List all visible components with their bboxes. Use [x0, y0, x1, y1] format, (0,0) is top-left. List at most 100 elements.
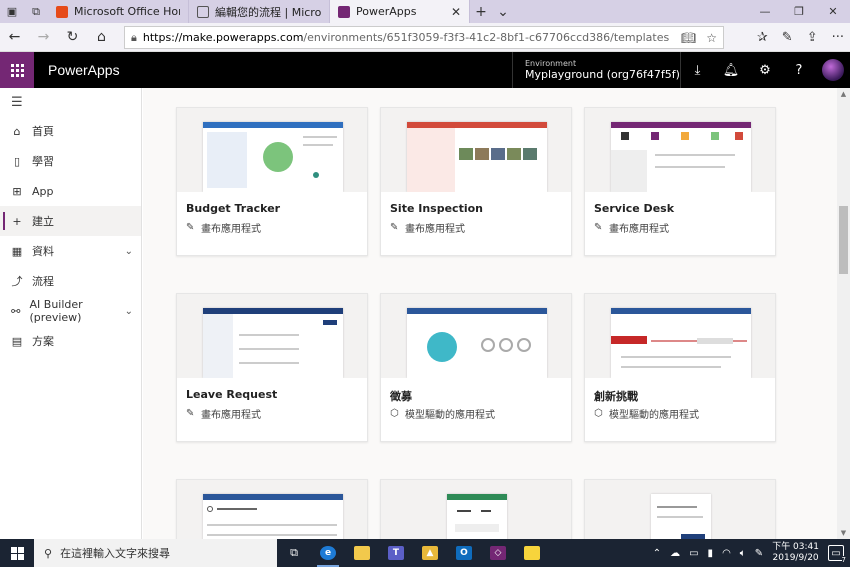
url-path: /environments/651f3059-f3f3-41c2-8bf1-c6…	[303, 31, 670, 44]
home-icon[interactable]: ⌂	[87, 23, 116, 52]
nav-item-label: 資料	[32, 245, 54, 258]
scroll-up-icon[interactable]: ▲	[837, 88, 850, 100]
meet-now-icon[interactable]: ▭	[689, 548, 698, 559]
forward-icon[interactable]: →	[29, 23, 58, 52]
pen-icon[interactable]: ✎	[782, 30, 793, 45]
browser-tab-powerapps[interactable]: PowerApps ✕	[330, 0, 470, 23]
edge-browser-icon[interactable]: e	[311, 539, 345, 567]
share-icon[interactable]: ⇪	[807, 30, 818, 45]
browser-tab-office[interactable]: Microsoft Office Home	[48, 0, 189, 23]
sticky-notes-icon[interactable]	[515, 539, 549, 567]
page-scrollbar[interactable]: ▲ ▼	[837, 88, 850, 539]
environment-picker[interactable]: Environment Myplayground (org76f47f5f)	[512, 52, 680, 88]
minimize-icon[interactable]: —	[748, 0, 782, 23]
help-icon[interactable]: ?	[782, 52, 816, 88]
nav-item-label: 首頁	[32, 125, 54, 138]
nav-item-home[interactable]: ⌂ 首頁	[0, 116, 141, 146]
onedrive-icon[interactable]: ☁	[670, 548, 680, 559]
office-favicon-icon	[56, 5, 68, 18]
set-aside-tabs-icon[interactable]: ⧉	[24, 0, 48, 23]
nav-item-label: 流程	[32, 275, 54, 288]
url-host: https://make.powerapps.com	[142, 31, 304, 44]
template-card-service-desk[interactable]: Service Desk ✎ 畫布應用程式	[584, 107, 776, 256]
nav-item-ai-builder[interactable]: ⚯ AI Builder (preview) ⌄	[0, 296, 141, 326]
card-type: 畫布應用程式	[609, 224, 669, 235]
powerapps-favicon-icon	[338, 5, 350, 18]
teams-icon[interactable]: T	[379, 539, 413, 567]
search-placeholder: 在這裡輸入文字來搜尋	[60, 547, 171, 560]
gear-icon[interactable]: ⚙	[748, 52, 782, 88]
card-type: 畫布應用程式	[201, 224, 261, 235]
scroll-down-icon[interactable]: ▼	[837, 527, 850, 539]
photos-icon[interactable]: ▲	[413, 539, 447, 567]
restore-icon[interactable]: ❐	[782, 0, 816, 23]
template-preview-image	[651, 494, 711, 539]
volume-icon[interactable]: 🔈︎	[740, 548, 746, 559]
nav-item-create[interactable]: + 建立	[0, 206, 141, 236]
notification-center-icon[interactable]: ▭ 7	[828, 545, 846, 564]
nav-item-data[interactable]: ▦ 資料 ⌄	[0, 236, 141, 266]
chevron-down-icon[interactable]: ⌄	[492, 0, 514, 23]
bell-icon[interactable]: 🔔︎	[714, 52, 748, 88]
model-app-icon: ⬡	[594, 408, 603, 419]
avatar[interactable]	[822, 59, 844, 81]
pencil-icon: ✎	[390, 222, 399, 233]
tab-title: PowerApps	[356, 5, 417, 18]
lock-icon: 🔒︎	[131, 30, 137, 44]
nav-item-apps[interactable]: ⊞ App	[0, 176, 141, 206]
app-launcher-icon[interactable]	[0, 52, 34, 88]
template-card-budget-tracker[interactable]: Budget Tracker ✎ 畫布應用程式	[176, 107, 368, 256]
close-tab-icon[interactable]: ✕	[451, 5, 461, 19]
template-card-innovation-challenge[interactable]: 創新挑戰 ⬡ 模型驅動的應用程式	[584, 293, 776, 442]
pen-workspace-icon[interactable]: ✎	[755, 548, 763, 559]
powerapps-taskbar-icon[interactable]: ◇	[481, 539, 515, 567]
file-explorer-icon[interactable]	[345, 539, 379, 567]
template-card-row3-middle[interactable]	[380, 479, 572, 539]
wifi-icon[interactable]: ◠	[722, 548, 731, 559]
chevron-down-icon[interactable]: ⌄	[125, 306, 133, 317]
tab-overview-icon[interactable]: ▣	[0, 0, 24, 23]
back-icon[interactable]: ←	[0, 23, 29, 52]
taskbar-clock[interactable]: 下午 03:41 2019/9/20	[772, 542, 819, 564]
template-preview-image	[611, 122, 751, 192]
template-thumbnail	[177, 294, 367, 378]
nav-item-flows[interactable]: ⤴ 流程	[0, 266, 141, 296]
nav-item-learn[interactable]: ▯ 學習	[0, 146, 141, 176]
solution-icon: ▤	[11, 334, 23, 348]
nav-item-label: 學習	[32, 155, 54, 168]
template-card-leave-request[interactable]: Leave Request ✎ 畫布應用程式	[176, 293, 368, 442]
ai-builder-icon: ⚯	[11, 304, 21, 318]
template-card-row3-right[interactable]	[584, 479, 776, 539]
windows-start-icon[interactable]	[0, 539, 34, 567]
template-card-site-inspection[interactable]: Site Inspection ✎ 畫布應用程式	[380, 107, 572, 256]
template-card-recruiting[interactable]: 徵募 ⬡ 模型驅動的應用程式	[380, 293, 572, 442]
url-input[interactable]: 🔒︎ https://make.powerapps.com/environmen…	[124, 26, 724, 49]
refresh-icon[interactable]: ↻	[58, 23, 87, 52]
nav-item-label: AI Builder (preview)	[29, 298, 83, 324]
more-icon[interactable]: ···	[832, 30, 844, 45]
template-thumbnail	[381, 294, 571, 378]
scroll-thumb[interactable]	[839, 206, 848, 274]
pencil-icon: ✎	[186, 222, 195, 233]
battery-icon[interactable]: ▮	[708, 548, 714, 559]
chevron-down-icon[interactable]: ⌄	[125, 246, 133, 257]
grid-icon: ▦	[11, 244, 23, 258]
reading-view-icon[interactable]: 📖︎	[681, 31, 696, 45]
address-bar-row: ← → ↻ ⌂ 🔒︎ https://make.powerapps.com/en…	[0, 23, 850, 52]
card-title: Service Desk	[594, 202, 675, 215]
download-icon[interactable]: ⤓	[680, 52, 714, 88]
favorites-icon[interactable]: ✰	[757, 30, 768, 45]
pencil-icon: ✎	[186, 408, 195, 419]
outlook-icon[interactable]: O	[447, 539, 481, 567]
task-view-icon[interactable]: ⧉	[277, 539, 311, 567]
new-tab-icon[interactable]: +	[470, 0, 492, 23]
environment-name: Myplayground (org76f47f5f)	[525, 68, 680, 81]
favorite-star-icon[interactable]: ☆	[706, 31, 717, 45]
hamburger-icon[interactable]: ☰	[0, 88, 141, 116]
nav-item-solutions[interactable]: ▤ 方案	[0, 326, 141, 356]
taskbar-search-input[interactable]: ⚲ 在這裡輸入文字來搜尋	[34, 539, 277, 567]
chevron-up-icon[interactable]: ⌃	[653, 548, 661, 559]
browser-tab-flow[interactable]: 編輯您的流程 | Microsoft Flo	[189, 0, 330, 23]
close-window-icon[interactable]: ✕	[816, 0, 850, 23]
template-card-active-products[interactable]	[176, 479, 368, 539]
